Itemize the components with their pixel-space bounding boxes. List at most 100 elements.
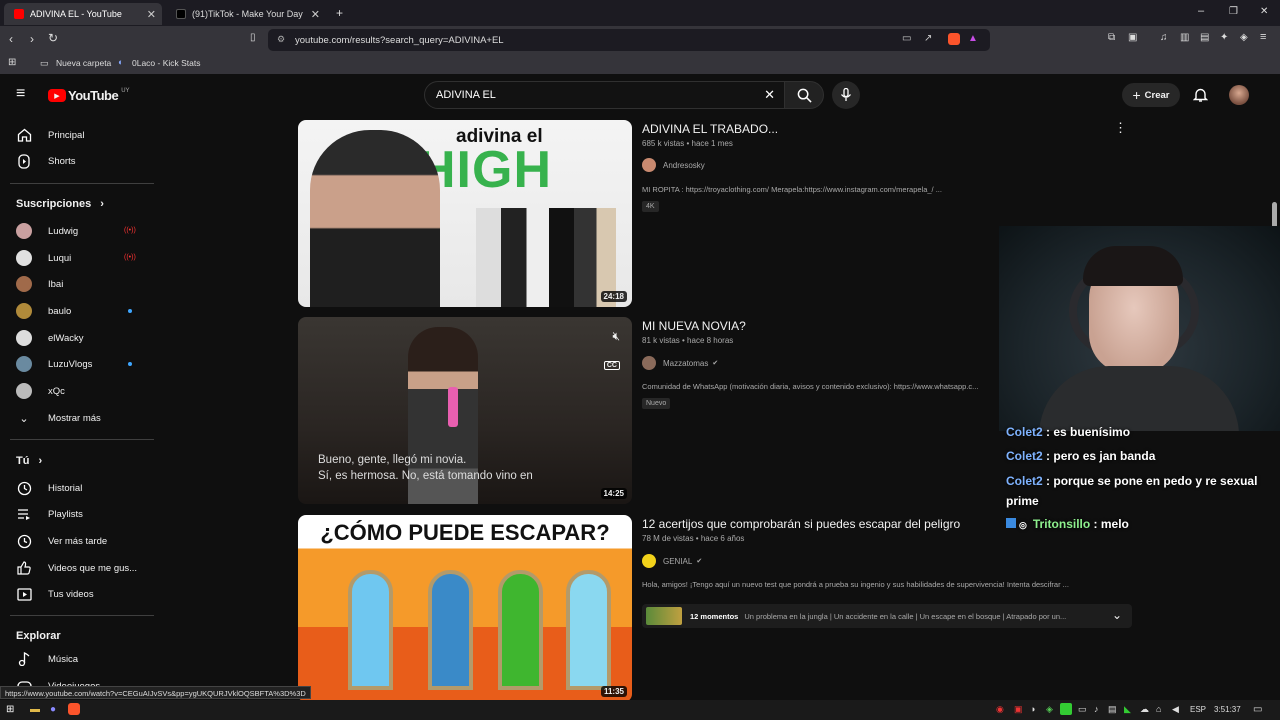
forward-icon[interactable]: › [30, 32, 34, 46]
avatar[interactable] [1229, 85, 1249, 105]
clear-search-icon[interactable]: ✕ [764, 87, 775, 103]
sidebar-item-show-more[interactable]: ⌄ Mostrar más [0, 405, 150, 431]
tab-youtube[interactable]: ADIVINA EL - YouTube ✕ [4, 3, 162, 25]
chat-message: ◎ Tritonsillo : melo [1006, 517, 1129, 531]
vpn-icon[interactable]: ◈ [1240, 32, 1248, 43]
brave-shield-icon[interactable] [948, 33, 960, 45]
brave-browser-icon[interactable] [68, 703, 80, 715]
subscriptions-header[interactable]: Suscripciones › [16, 198, 104, 210]
tray-app-icon[interactable]: ◑ [1030, 704, 1035, 714]
tray-app-icon[interactable]: ▭ [1078, 704, 1087, 715]
sidebar-item-baulo[interactable]: baulo [0, 298, 150, 324]
close-icon[interactable]: ✕ [147, 8, 156, 21]
mute-icon[interactable]: 🔇︎ [612, 329, 620, 344]
sidebar-item-ibai[interactable]: Ibai [0, 271, 150, 297]
sidebar-item-watch-later[interactable]: Ver más tarde [0, 528, 150, 554]
discord-icon[interactable]: ● [50, 704, 56, 715]
search-button[interactable] [784, 81, 824, 109]
search-input[interactable]: ADIVINA EL ✕ [424, 81, 786, 109]
sidebar-item-liked[interactable]: Videos que me gus... [0, 555, 150, 581]
tray-app-icon[interactable]: ▤ [1108, 704, 1117, 715]
language-indicator[interactable]: ESP [1190, 705, 1206, 714]
closed-captions-icon[interactable]: CC [603, 361, 620, 370]
nvidia-icon[interactable]: ◣ [1124, 704, 1131, 715]
sidebar-item-music[interactable]: Música [0, 646, 150, 672]
search-value: ADIVINA EL [436, 89, 496, 101]
restore-icon[interactable]: ❐ [1229, 6, 1238, 17]
video-title[interactable]: MI NUEVA NOVIA? [642, 319, 746, 333]
you-header[interactable]: Tú › [16, 455, 42, 467]
extensions-icon[interactable]: ⧉ [1108, 32, 1115, 43]
sidebar-item-ludwig[interactable]: Ludwig ((•)) [0, 218, 150, 244]
channel-avatar [16, 356, 32, 372]
sidebar-item-label: Tus videos [48, 588, 94, 600]
tray-app-icon[interactable]: ▣ [1014, 704, 1023, 715]
bookmark-icon[interactable]: ▯ [250, 32, 256, 43]
tray-app-icon[interactable]: ◈ [1046, 704, 1053, 715]
key-moments-bar[interactable]: 12 momentos Un problema en la jungla | U… [642, 604, 1132, 628]
windows-start-icon[interactable]: ⊞ [6, 704, 14, 715]
create-button[interactable]: + Crear [1122, 83, 1180, 107]
mic-tray-icon[interactable]: ♪ [1094, 704, 1099, 714]
minimize-icon[interactable]: – [1198, 5, 1204, 17]
wallet-icon[interactable]: ▤ [1200, 32, 1209, 43]
clock-time[interactable]: 3:51:37 [1214, 705, 1241, 714]
video-title[interactable]: 12 acertijos que comprobarán si puedes e… [642, 517, 960, 531]
chevron-down-icon[interactable]: ⌄ [1112, 608, 1122, 622]
chat-username: Colet2 [1006, 474, 1043, 488]
notifications-icon[interactable]: ▭ [1253, 704, 1262, 715]
video-title[interactable]: ADIVINA EL TRABADO... [642, 122, 778, 136]
network-icon[interactable]: ⌂ [1156, 704, 1161, 714]
voice-search-button[interactable] [832, 81, 860, 109]
menu-icon[interactable]: ≡ [1260, 31, 1266, 43]
share-icon[interactable]: ↗ [924, 33, 932, 44]
sidebar-item-playlists[interactable]: Playlists [0, 501, 150, 527]
sidebar-item-luzuvlogs[interactable]: LuzuVlogs [0, 351, 150, 377]
brave-rewards-icon[interactable]: ▲ [968, 33, 978, 44]
media-icon[interactable]: ♫ [1160, 32, 1168, 43]
leo-icon[interactable]: ✦ [1220, 32, 1228, 43]
window-close-icon[interactable]: ✕ [1260, 6, 1268, 17]
video-thumbnail[interactable]: ¿CÓMO PUEDE ESCAPAR? 11:35 [298, 515, 632, 702]
more-actions-icon[interactable]: ⋮ [1114, 120, 1127, 136]
chat-username: Colet2 [1006, 425, 1043, 439]
notifications-bell-icon[interactable] [1193, 87, 1208, 103]
channel-link[interactable]: GENIAL ✔ [642, 554, 702, 568]
reload-icon[interactable]: ↻ [48, 31, 58, 45]
sidebar-item-history[interactable]: Historial [0, 475, 150, 501]
verified-icon: ✔ [696, 558, 703, 565]
youtube-logo[interactable]: ▶ YouTube UY [48, 88, 130, 103]
channel-link[interactable]: Mazzatomas ✔ [642, 356, 718, 370]
back-icon[interactable]: ‹ [9, 32, 13, 46]
sidebar-item-shorts[interactable]: Shorts [0, 148, 150, 174]
bookmark-link[interactable]: 0Laco - Kick Stats [132, 58, 201, 68]
hamburger-menu-icon[interactable]: ≡ [16, 85, 25, 103]
video-thumbnail[interactable]: adivina el HIGH 24:18 [298, 120, 632, 307]
tray-app-icon[interactable]: ◉ [996, 704, 1004, 715]
scrollbar-thumb[interactable] [1272, 202, 1277, 228]
new-tab-icon[interactable]: + [336, 6, 343, 20]
chat-text: : porque se pone en pedo y re sexual [1046, 474, 1258, 488]
site-info-icon[interactable]: ⚙ [277, 34, 285, 45]
bookmark-folder[interactable]: Nueva carpeta [56, 58, 111, 68]
sidebar-item-home[interactable]: Principal [0, 122, 150, 148]
file-explorer-icon[interactable]: ▬ [30, 704, 40, 715]
volume-icon[interactable]: ◀ [1172, 704, 1179, 715]
tray-app-icon[interactable] [1060, 703, 1072, 715]
channel-link[interactable]: Andresosky [642, 158, 705, 172]
sidebar-item-elwacky[interactable]: elWacky [0, 325, 150, 351]
screenshot-icon[interactable]: ▣ [1128, 32, 1137, 43]
url-field[interactable]: ⚙ youtube.com/results?search_query=ADIVI… [268, 29, 990, 51]
sidebar-item-xqc[interactable]: xQc [0, 378, 150, 404]
sidebar-item-your-videos[interactable]: Tus videos [0, 581, 150, 607]
close-icon[interactable]: ✕ [311, 8, 320, 21]
sidebar-icon[interactable]: ▥ [1180, 32, 1189, 43]
video-thumbnail[interactable]: 🔇︎ CC Bueno, gente, llegó mi novia. Sí, … [298, 317, 632, 504]
tab-tiktok[interactable]: (91)TikTok - Make Your Day ✕ [166, 3, 326, 25]
address-row: ‹ › ↻ ▯ ⚙ youtube.com/results?search_que… [0, 26, 1280, 54]
apps-grid-icon[interactable]: ⊞ [8, 57, 16, 68]
sidebar-item-luqui[interactable]: Luqui ((•)) [0, 245, 150, 271]
moment-thumbnail [646, 607, 682, 625]
tray-app-icon[interactable]: ☁ [1140, 704, 1149, 715]
cast-icon[interactable]: ▭ [902, 33, 911, 44]
